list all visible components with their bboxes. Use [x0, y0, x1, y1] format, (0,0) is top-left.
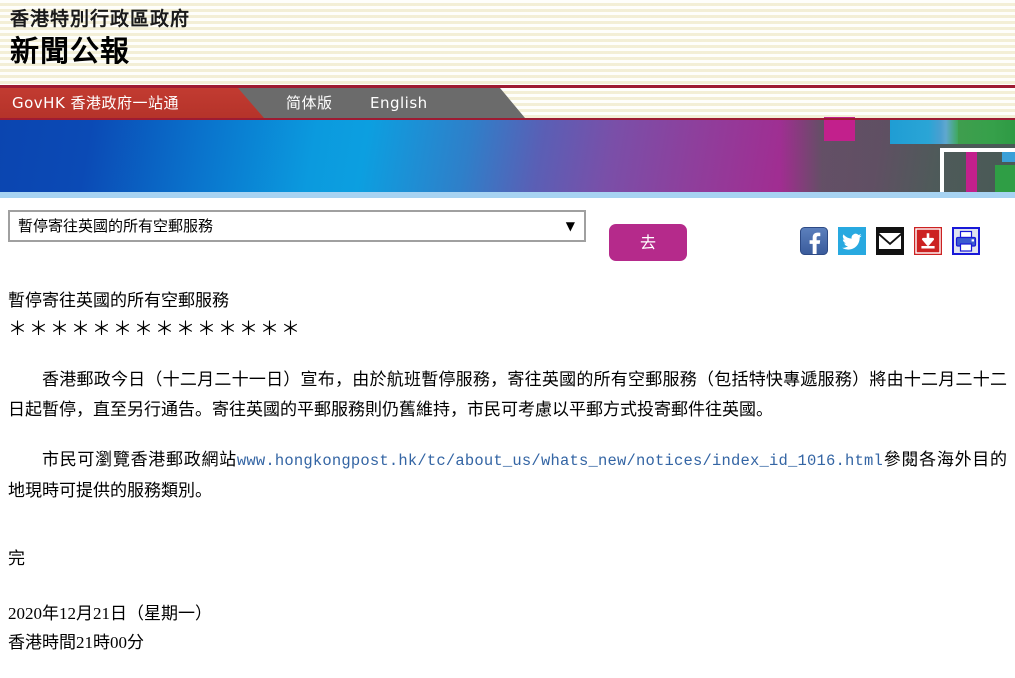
hongkongpost-link[interactable]: www.hongkongpost.hk/tc/about_us/whats_ne…	[237, 452, 883, 470]
paragraph-2-prefix: 市民可瀏覽香港郵政網站	[42, 450, 237, 469]
organisation-name: 香港特別行政區政府	[10, 8, 191, 30]
banner-green-block	[958, 118, 1015, 144]
social-share-bar	[800, 227, 980, 255]
banner-teal-block	[890, 118, 960, 144]
nav-link-english[interactable]: English	[370, 88, 428, 118]
article-asterisk-divider: ＊＊＊＊＊＊＊＊＊＊＊＊＊＊	[8, 319, 303, 340]
article-end-mark: 完	[8, 549, 25, 568]
banner-bottom-divider	[0, 192, 1015, 198]
news-select[interactable]: 暫停寄往英國的所有空郵服務 ▼	[8, 210, 586, 242]
article-body: 暫停寄往英國的所有空郵服務 ＊＊＊＊＊＊＊＊＊＊＊＊＊＊ 香港郵政今日（十二月二…	[0, 286, 1015, 657]
chevron-down-icon: ▼	[565, 219, 575, 233]
site-header: 香港特別行政區政府 新聞公報	[0, 0, 1015, 88]
email-icon[interactable]	[876, 227, 904, 255]
article-headline: 暫停寄往英國的所有空郵服務	[8, 291, 229, 310]
twitter-icon[interactable]	[838, 227, 866, 255]
article-paragraph-1: 香港郵政今日（十二月二十一日）宣布，由於航班暫停服務，寄往英國的所有空郵服務（包…	[8, 370, 1007, 419]
page-title: 新聞公報	[10, 34, 131, 68]
top-navbar: GovHK 香港政府一站通 简体版 English	[0, 88, 1015, 118]
facebook-icon[interactable]	[800, 227, 828, 255]
article-paragraph-2: 市民可瀏覽香港郵政網站www.hongkongpost.hk/tc/about_…	[8, 445, 1007, 506]
article-time: 香港時間21時00分	[8, 633, 144, 652]
nav-link-govhk[interactable]: GovHK 香港政府一站通	[12, 88, 179, 118]
nav-link-simplified-chinese[interactable]: 简体版	[286, 88, 333, 118]
decorative-banner	[0, 118, 1015, 198]
download-icon[interactable]	[914, 227, 942, 255]
print-icon[interactable]	[952, 227, 980, 255]
banner-frame-magenta-bar	[966, 152, 977, 196]
news-select-value: 暫停寄往英國的所有空郵服務	[18, 217, 214, 235]
banner-frame-blue-bar	[1002, 152, 1015, 162]
banner-magenta-square	[824, 117, 855, 141]
go-button[interactable]: 去	[609, 224, 687, 261]
banner-top-divider	[0, 118, 1015, 120]
article-date: 2020年12月21日（星期一）	[8, 604, 212, 623]
